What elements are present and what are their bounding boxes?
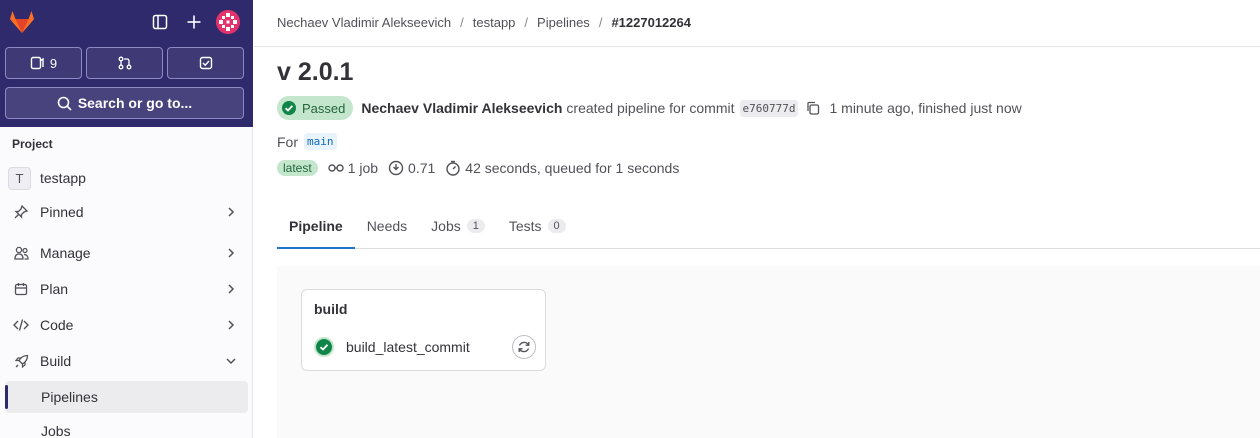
search-button[interactable]: Search or go to...: [5, 87, 244, 119]
chevron-right-icon: [228, 248, 235, 258]
nav-item-manage[interactable]: Manage: [5, 237, 248, 269]
nav-item-code[interactable]: Code: [5, 309, 248, 341]
nav-label: Code: [40, 317, 74, 333]
chevron-down-icon: [226, 358, 236, 365]
stage-name: build: [314, 301, 348, 317]
nav-label: Plan: [40, 281, 69, 297]
breadcrumb-separator: /: [524, 15, 529, 30]
breadcrumb-separator: /: [460, 15, 464, 30]
stage-card: build build_latest_commit: [301, 289, 546, 371]
tab-label: Jobs: [431, 217, 461, 234]
copy-icon[interactable]: [806, 101, 820, 115]
sidebar-toggle-icon[interactable]: [150, 12, 170, 32]
pipeline-meta: Passed Nechaev Vladimir Alekseevich crea…: [277, 96, 1022, 120]
issues-icon: [30, 56, 44, 70]
pipeline-icon: [327, 164, 344, 172]
project-link[interactable]: T testapp: [8, 165, 248, 191]
gitlab-logo-icon[interactable]: [9, 10, 35, 34]
breadcrumb-owner[interactable]: Nechaev Vladimir Alekseevich: [277, 15, 451, 30]
action-text: created pipeline for commit: [566, 100, 735, 116]
duration-stat: 42 seconds, queued for 1 seconds: [445, 160, 679, 176]
tab-count: 1: [466, 218, 485, 233]
sub-item-label: Pipelines: [41, 389, 98, 405]
sub-item-label: Jobs: [41, 423, 71, 438]
job-success-icon: [314, 337, 334, 357]
tab-jobs[interactable]: Jobs 1: [419, 203, 497, 248]
latest-badge: latest: [277, 160, 318, 176]
tab-label: Pipeline: [289, 217, 343, 234]
sub-item-pipelines[interactable]: Pipelines: [5, 381, 248, 413]
pipeline-graph: build build_latest_commit: [277, 266, 1260, 438]
merge-request-icon: [118, 56, 131, 70]
calendar-icon: [13, 281, 29, 297]
code-icon: [13, 317, 29, 333]
branch-link[interactable]: main: [304, 133, 337, 150]
project-name: testapp: [40, 170, 86, 186]
for-label: For: [277, 133, 298, 150]
sub-item-jobs[interactable]: Jobs: [5, 415, 248, 438]
rocket-icon: [13, 353, 29, 369]
nav-label: Manage: [40, 245, 91, 261]
nav-item-build[interactable]: Build: [5, 345, 248, 377]
user-avatar[interactable]: [216, 10, 240, 34]
section-label-project: Project: [12, 137, 53, 151]
breadcrumb-pipelines[interactable]: Pipelines: [537, 15, 590, 30]
retry-button[interactable]: [512, 335, 536, 359]
pipeline-stats: latest 1 job 0.71 42 seconds, queued for…: [277, 160, 683, 176]
for-row: For main: [277, 133, 337, 150]
breadcrumb: Nechaev Vladimir Alekseevich / testapp /…: [277, 15, 691, 30]
coverage-stat: 0.71: [388, 160, 435, 176]
status-badge[interactable]: Passed: [277, 96, 354, 120]
todo-icon: [199, 56, 212, 70]
duration-text: 42 seconds, queued for 1 seconds: [465, 160, 680, 176]
sidebar: 9 Search or go to... Project T testapp P…: [0, 0, 253, 438]
nav-label: Build: [40, 353, 72, 369]
pin-icon: [13, 204, 29, 220]
nav-item-plan[interactable]: Plan: [5, 273, 248, 305]
time-text: 1 minute ago, finished just now: [829, 100, 1022, 116]
status-label: Passed: [302, 100, 346, 116]
nav-item-pinned[interactable]: Pinned: [5, 196, 248, 228]
nav-label: Pinned: [40, 204, 84, 220]
tab-label: Needs: [366, 217, 408, 234]
search-label: Search or go to...: [77, 95, 193, 111]
jobs-stat: 1 job: [327, 160, 379, 176]
chevron-right-icon: [228, 284, 235, 294]
project-avatar: T: [8, 166, 31, 190]
chevron-right-icon: [228, 320, 235, 330]
job-item[interactable]: build_latest_commit: [314, 335, 536, 359]
issues-counter-button[interactable]: 9: [5, 47, 82, 79]
tab-label: Tests: [508, 217, 542, 234]
tab-pipeline[interactable]: Pipeline: [277, 203, 355, 249]
breadcrumb-separator: /: [598, 15, 603, 30]
merge-requests-button[interactable]: [86, 47, 163, 79]
coverage-value: 0.71: [408, 160, 436, 176]
tab-count: 0: [547, 218, 566, 233]
coverage-icon: [388, 160, 404, 176]
plus-icon[interactable]: [184, 12, 204, 32]
timer-icon: [446, 160, 460, 176]
retry-icon: [518, 341, 530, 353]
check-circle-icon: [282, 101, 296, 115]
main-content: Nechaev Vladimir Alekseevich / testapp /…: [254, 0, 1260, 438]
pipeline-tabs: Pipeline Needs Jobs 1 Tests 0: [277, 203, 1260, 249]
tab-tests[interactable]: Tests 0: [497, 203, 578, 248]
jobs-count: 1 job: [347, 160, 379, 176]
search-icon: [57, 96, 72, 111]
sidebar-header: 9 Search or go to...: [0, 0, 253, 127]
author-name[interactable]: Nechaev Vladimir Alekseevich: [361, 100, 562, 116]
tab-needs[interactable]: Needs: [355, 203, 419, 248]
users-icon: [13, 245, 29, 261]
breadcrumb-project[interactable]: testapp: [473, 15, 516, 30]
breadcrumb-current[interactable]: #1227012264: [611, 15, 691, 30]
chevron-right-icon: [228, 207, 235, 217]
todos-button[interactable]: [167, 47, 244, 79]
commit-sha[interactable]: e760777d: [739, 99, 799, 117]
divider: [254, 46, 1260, 47]
job-name[interactable]: build_latest_commit: [346, 339, 470, 355]
issues-count: 9: [49, 55, 58, 71]
page-title: v 2.0.1: [277, 58, 354, 86]
